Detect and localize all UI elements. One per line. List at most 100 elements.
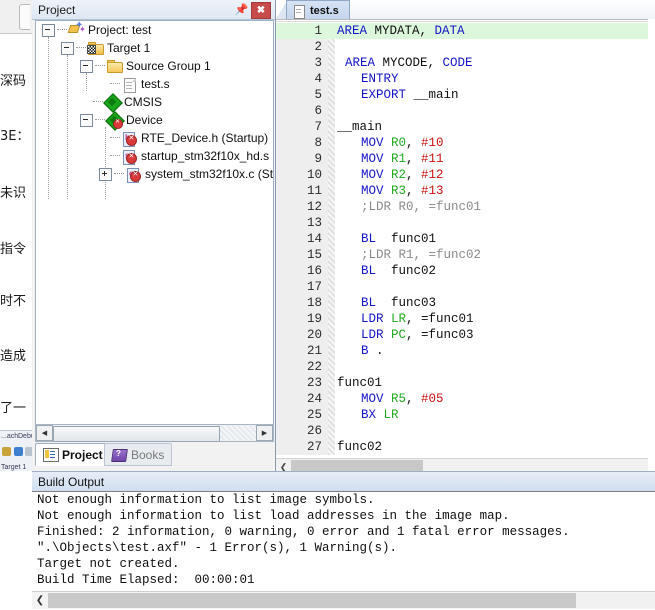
code-line[interactable]: 6 [276,103,655,119]
code-line[interactable]: 19 LDR LR, =func01 [276,311,655,327]
scroll-thumb[interactable] [53,426,220,442]
code-line[interactable]: 4 ENTRY [276,71,655,87]
code-text: ;LDR R0, =func01 [361,199,481,215]
code-token: LDR [361,328,392,342]
scroll-left-arrow-icon[interactable]: ◀ [36,425,53,441]
pin-icon[interactable]: 📌 [234,2,249,17]
code-line[interactable]: 12 ;LDR R0, =func01 [276,199,655,215]
code-token: MYDATA, [374,24,435,38]
code-line[interactable]: 5 EXPORT __main [276,87,655,103]
code-token: __main [337,120,383,134]
code-line[interactable]: 17 [276,279,655,295]
code-token: ;LDR R0, =func01 [361,200,482,214]
code-token: ENTRY [361,72,399,86]
tree-connector [95,119,105,121]
expander-plus-icon[interactable] [99,167,112,181]
code-line[interactable]: 20 LDR PC, =func03 [276,327,655,343]
code-line[interactable]: 23 func01 [276,375,655,391]
code-editor[interactable]: 1 AREA MYDATA, DATA 2 3 AREA MYCODE, CODE 4 EN… [276,19,655,475]
line-number: 1 [314,24,322,38]
tree-item-label: Project: test [88,22,152,37]
code-line[interactable]: 18 BL func03 [276,295,655,311]
code-text: AREA MYCODE, CODE [345,55,473,71]
code-line[interactable]: 14 BL func01 [276,231,655,247]
tree-connector [110,83,120,85]
tree-connector [110,155,120,157]
code-line[interactable]: 10 MOV R2, #12 [276,167,655,183]
scroll-thumb[interactable] [48,593,576,608]
code-line[interactable]: 3 AREA MYCODE, CODE [276,55,655,71]
line-number: 5 [314,88,322,102]
code-line[interactable]: 16 BL func02 [276,263,655,279]
background-top-bar [0,0,32,34]
code-line[interactable]: 21 B . [276,343,655,359]
code-token: AREA [337,24,375,38]
build-output-hscrollbar[interactable]: ❮ [32,591,655,609]
code-line[interactable]: 9 MOV R1, #11 [276,151,655,167]
code-line[interactable]: 7 __main [276,119,655,135]
build-output-text[interactable]: Not enough information to list image sym… [32,491,655,591]
code-token: MYCODE, [382,56,443,70]
background-doc-line: 了一 [0,401,27,416]
tree-item-system-c[interactable]: c system_stm32f10x.c (Star [99,165,273,183]
code-line[interactable]: 26 [276,423,655,439]
rte-file-icon: h [121,131,137,147]
code-line[interactable]: 1 AREA MYDATA, DATA [276,23,655,39]
build-output-line: Finished: 2 information, 0 warning, 0 er… [37,525,570,539]
code-text: LDR LR, =func01 [361,311,474,327]
code-token: MOV [361,392,392,406]
tree-item-cmsis[interactable]: CMSIS [93,92,162,113]
line-number: 27 [306,440,322,454]
scroll-track[interactable] [53,426,256,442]
tree-connector [57,29,67,31]
expander-minus-icon[interactable] [80,113,93,127]
expander-minus-icon[interactable] [80,59,93,73]
code-line[interactable]: 8 MOV R0, #10 [276,135,655,151]
tree-item-test-s[interactable]: test.s [110,75,170,93]
tree-item-source-group[interactable]: Source Group 1 [80,57,211,75]
line-number: 3 [314,56,322,70]
scroll-track[interactable] [48,593,655,608]
close-icon[interactable]: ✖ [251,2,271,19]
scroll-left-arrow-icon[interactable]: ❮ [32,595,48,606]
tab-label: Books [131,447,165,462]
code-token: LR [383,408,399,422]
expander-minus-icon[interactable] [61,41,74,55]
editor-tab-strip: test.s [276,0,655,20]
tree-item-target[interactable]: Target 1 [61,39,150,57]
tree-item-rte-device-h[interactable]: h RTE_Device.h (Startup) [110,129,268,147]
code-line[interactable]: 15 ;LDR R1, =func02 [276,247,655,263]
build-output-title: Build Output [38,475,105,489]
scroll-right-arrow-icon[interactable]: ▶ [256,425,273,441]
code-lines[interactable]: 1 AREA MYDATA, DATA 2 3 AREA MYCODE, CODE 4 EN… [276,23,655,455]
project-tree[interactable]: Project: test Target 1 Source Group 1 [35,20,274,426]
tree-item-project[interactable]: Project: test [42,21,151,39]
editor-tab-test-s[interactable]: test.s [286,0,350,20]
code-line[interactable]: 27 func02 [276,439,655,455]
toolbar-fragment-label: ...ach [1,433,19,440]
code-line[interactable]: 13 [276,215,655,231]
code-line[interactable]: 2 [276,39,655,55]
tree-item-startup-s[interactable]: s startup_stm32f10x_hd.s ( [110,147,273,165]
project-tree-hscrollbar[interactable]: ◀ ▶ [35,424,274,442]
code-line[interactable]: 11 MOV R3, #13 [276,183,655,199]
tab-books[interactable]: ? Books [104,443,173,466]
tree-connector [95,65,105,67]
code-line[interactable]: 22 [276,359,655,375]
code-token: BL [361,264,392,278]
tree-item-label: test.s [141,76,170,91]
line-number: 22 [306,360,322,374]
undo-icon [14,447,23,456]
code-token: R3 [391,184,407,198]
code-line[interactable]: 25 BX LR [276,407,655,423]
code-token: PC [391,328,407,342]
expander-minus-icon[interactable] [42,23,55,37]
code-token: LDR [361,312,392,326]
tree-item-label: Target 1 [107,40,151,55]
code-token: , =func01 [406,312,474,326]
code-line[interactable]: 24 MOV R5, #05 [276,391,655,407]
tree-item-device[interactable]: Device [80,110,163,131]
tab-project[interactable]: Project [35,443,111,466]
rte-file-icon: s [121,149,137,165]
tree-item-label: RTE_Device.h (Startup) [141,130,269,145]
